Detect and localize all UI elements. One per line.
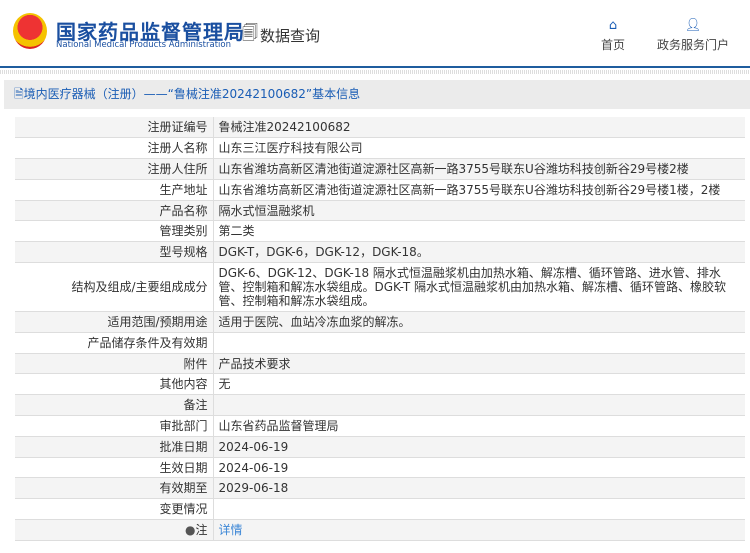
field-value: 山东省潍坊高新区清池街道淀源社区高新一路3755号联东U谷潍坊科技创新谷29号楼… [213,179,745,201]
field-value: 无 [213,373,745,396]
table-row: 产品储存条件及有效期 [15,332,745,354]
document-icon: 🗎 [14,87,24,101]
field-value: DGK-6、DGK-12、DGK-18 隔水式恒温融浆机由加热水箱、解冻槽、循环… [213,262,745,313]
nav-home-label: 首页 [601,38,626,52]
note-label: ●注 [15,519,214,541]
field-label: 其他内容 [15,373,214,396]
logo-subtitle: National Medical Products Administration [56,40,231,50]
field-label: 管理类别 [15,220,214,243]
field-label: 产品名称 [15,200,214,222]
table-row: 变更情况 [15,498,745,521]
table-row: 审批部门 山东省药品监督管理局 [15,415,745,437]
table-row: 其他内容无 [15,373,745,396]
field-value: 第二类 [213,220,745,243]
field-value: 隔水式恒温融浆机 [213,200,745,222]
field-label: 生产地址 [15,179,214,201]
main-content: 🗎境内医疗器械（注册）——“鲁械注准20242100682”基本信息 注册证编号… [4,80,750,553]
field-label: 备注 [15,394,214,417]
home-icon: ⌂ [608,18,618,33]
table-row: 批准日期 2024-06-19 [15,436,745,458]
note-row: ●注 详情 [15,519,745,541]
divider [0,70,750,74]
field-label: 适用范围/预期用途 [15,311,214,333]
field-label: 注册证编号 [15,117,214,139]
nav-gov-portal[interactable]: 👤︎ 政务服务门户 [657,18,729,53]
document-search-icon: 🗐 [242,23,258,42]
site-header: 国家药品监督管理局 National Medical Products Admi… [0,0,750,68]
info-table: 注册证编号 鲁械注准20242100682 注册人名称 山东三江医疗科技有限公司 注册人… [15,117,745,541]
field-label: 有效期至 [15,477,214,500]
user-icon: 👤︎ [684,18,702,33]
note-label-text: 注 [195,522,208,537]
field-value: 山东省潍坊高新区清池街道淀源社区高新一路3755号联东U谷潍坊科技创新谷29号楼… [213,158,745,180]
field-value [213,332,745,354]
field-value: 2024-06-19 [213,436,745,458]
field-value: 适用于医院、血站冷冻血浆的解冻。 [213,311,745,333]
field-label: 附件 [15,353,214,375]
info-panel: 注册证编号 鲁械注准20242100682 注册人名称 山东三江医疗科技有限公司 注册人… [4,109,750,553]
pin-icon: ● [185,522,196,537]
field-value: 山东三江医疗科技有限公司 [213,137,745,160]
field-label: 型号规格 [15,241,214,264]
table-row: 管理类别 第二类 [15,220,745,243]
field-label: 产品储存条件及有效期 [15,332,214,354]
table-row: 有效期至 2029-06-18 [15,477,745,500]
table-row: 结构及组成/主要组成成分 DGK-6、DGK-12、DGK-18 隔水式恒温融浆机… [15,262,745,313]
table-row: 生产地址 山东省潍坊高新区清池街道淀源社区高新一路3755号联东U谷潍坊科技创新谷… [15,179,745,201]
field-value: 2024-06-19 [213,457,745,479]
table-row: 生效日期 2024-06-19 [15,457,745,479]
field-label: 审批部门 [15,415,214,437]
field-label: 结构及组成/主要组成成分 [15,262,214,313]
field-value: 产品技术要求 [213,353,745,375]
field-value: DGK-T，DGK-6，DGK-12，DGK-18。 [213,241,745,264]
note-value: 详情 [213,519,745,541]
table-row: 型号规格 DGK-T，DGK-6，DGK-12，DGK-18。 [15,241,745,264]
field-value: 2029-06-18 [213,477,745,500]
field-value [213,394,745,417]
table-row: 产品名称 隔水式恒温融浆机 [15,200,745,222]
nav-home[interactable]: ⌂ 首页 [601,18,625,53]
field-value: 山东省药品监督管理局 [213,415,745,437]
table-row: 适用范围/预期用途 适用于医院、血站冷冻血浆的解冻。 [15,311,745,333]
nav-portal-label: 政务服务门户 [657,38,730,52]
field-value [213,498,745,521]
table-row: 注册人住所 山东省潍坊高新区清池街道淀源社区高新一路3755号联东U谷潍坊科技创新… [15,158,745,180]
field-label: 注册人住所 [15,158,214,180]
data-query-label: 数据查询 [259,27,320,45]
table-row: 备注 [15,394,745,417]
field-label: 变更情况 [15,498,214,521]
table-row: 附件 产品技术要求 [15,353,745,375]
page-title: 🗎境内医疗器械（注册）——“鲁械注准20242100682”基本信息 [4,80,750,109]
field-label: 批准日期 [15,436,214,458]
details-link[interactable]: 详情 [219,523,243,537]
data-query-link[interactable]: 🗐 数据查询 [242,22,320,49]
field-value: 鲁械注准20242100682 [213,117,745,139]
table-row: 注册证编号 鲁械注准20242100682 [15,117,745,139]
table-row: 注册人名称 山东三江医疗科技有限公司 [15,137,745,160]
page-title-text: 境内医疗器械（注册）——“鲁械注准20242100682”基本信息 [23,87,361,101]
field-label: 生效日期 [15,457,214,479]
field-label: 注册人名称 [15,137,214,160]
national-emblem-logo [13,13,47,49]
